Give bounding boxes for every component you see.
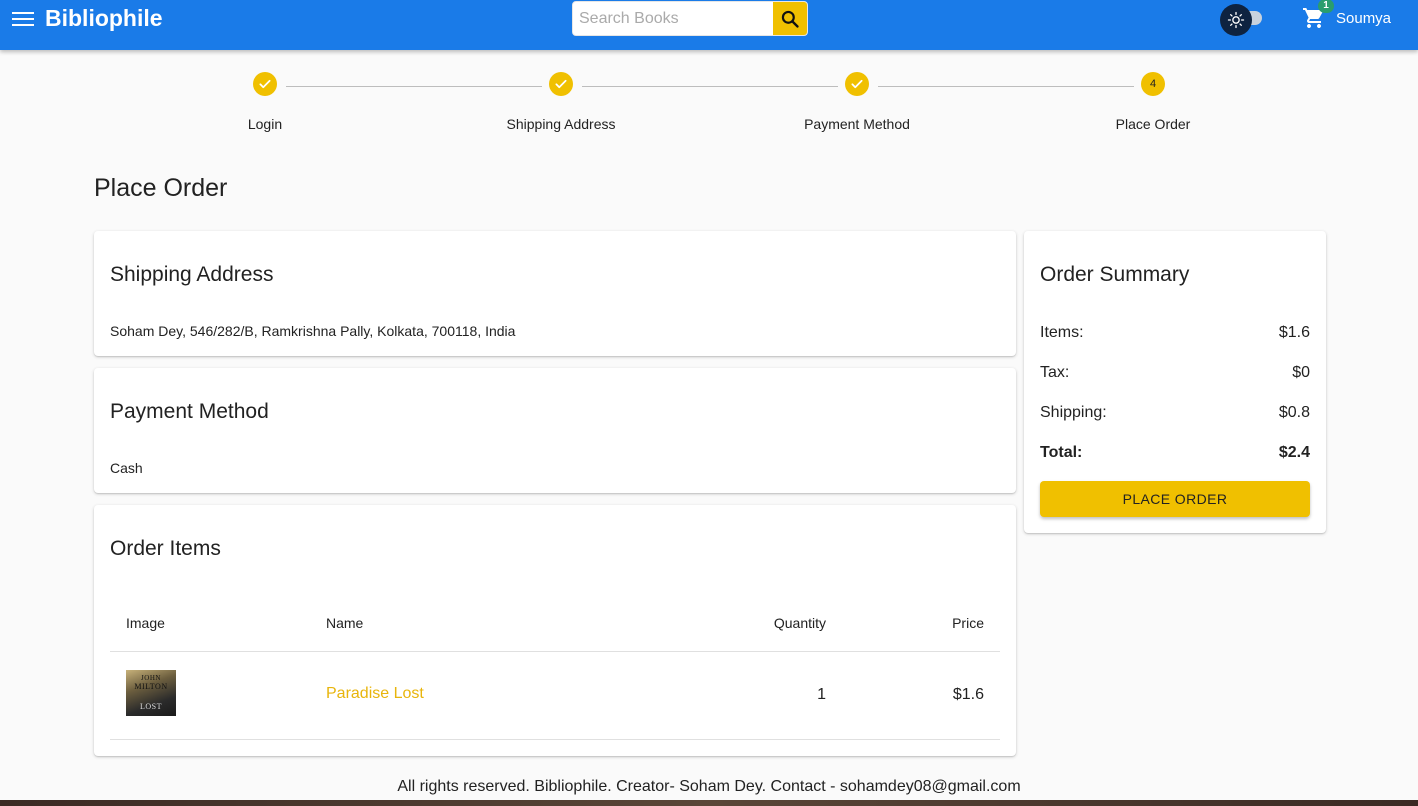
brand-logo[interactable]: Bibliophile bbox=[45, 5, 163, 32]
column-header-name: Name bbox=[326, 615, 364, 631]
summary-label: Shipping: bbox=[1040, 404, 1107, 421]
summary-value: $2.4 bbox=[1278, 444, 1310, 461]
search-icon bbox=[781, 10, 799, 28]
item-quantity: 1 bbox=[817, 686, 826, 703]
summary-shipping-row: Shipping: $0.8 bbox=[1040, 404, 1310, 422]
step-number: 4 bbox=[1141, 72, 1165, 96]
step-payment-method: Payment Method bbox=[757, 72, 957, 132]
step-label: Place Order bbox=[1115, 116, 1191, 132]
item-price: $1.6 bbox=[952, 686, 984, 703]
cart-count-badge: 1 bbox=[1318, 0, 1334, 13]
menu-icon[interactable] bbox=[12, 9, 34, 27]
background-strip bbox=[0, 800, 1418, 806]
check-icon bbox=[845, 72, 869, 96]
page-title: Place Order bbox=[94, 174, 228, 202]
search-button[interactable] bbox=[773, 2, 807, 35]
step-place-order: 4 Place Order bbox=[1053, 72, 1253, 132]
checkout-stepper: Login Shipping Address Payment Method 4 … bbox=[0, 72, 1418, 142]
summary-value: $0 bbox=[1292, 364, 1310, 381]
search-bar bbox=[572, 1, 808, 36]
table-divider bbox=[110, 739, 1000, 740]
summary-total-row: Total: $2.4 bbox=[1040, 444, 1310, 462]
order-items-card: Order Items Image Name Quantity Price JO… bbox=[94, 505, 1016, 756]
payment-method-text: Cash bbox=[110, 460, 143, 476]
table-divider bbox=[110, 651, 1000, 652]
summary-value: $0.8 bbox=[1278, 404, 1310, 421]
app-bar: Bibliophile 1 bbox=[0, 0, 1418, 50]
check-icon bbox=[549, 72, 573, 96]
step-login: Login bbox=[165, 72, 365, 132]
step-shipping-address: Shipping Address bbox=[461, 72, 661, 132]
step-label: Payment Method bbox=[804, 116, 910, 132]
summary-label: Items: bbox=[1040, 324, 1084, 341]
shipping-address-text: Soham Dey, 546/282/B, Ramkrishna Pally, … bbox=[110, 323, 516, 339]
card-title: Order Items bbox=[110, 537, 221, 560]
book-name-link[interactable]: Paradise Lost bbox=[326, 685, 424, 702]
payment-method-card: Payment Method Cash bbox=[94, 368, 1016, 493]
book-cover-image[interactable]: JOHN MILTON LOST bbox=[126, 670, 176, 716]
user-menu[interactable]: Soumya bbox=[1336, 10, 1391, 27]
place-order-button[interactable]: PLACE ORDER bbox=[1040, 481, 1310, 517]
card-title: Shipping Address bbox=[110, 263, 274, 286]
summary-value: $1.6 bbox=[1278, 324, 1310, 341]
column-header-price: Price bbox=[952, 615, 984, 631]
dark-mode-toggle[interactable] bbox=[1220, 4, 1264, 36]
card-title: Order Summary bbox=[1040, 263, 1190, 286]
summary-label: Total: bbox=[1040, 444, 1083, 461]
search-input[interactable] bbox=[573, 2, 773, 35]
check-icon bbox=[253, 72, 277, 96]
column-header-image: Image bbox=[126, 615, 165, 631]
order-summary-card: Order Summary Items: $1.6 Tax: $0 Shippi… bbox=[1024, 231, 1326, 533]
column-header-quantity: Quantity bbox=[773, 615, 826, 631]
step-label: Login bbox=[247, 116, 283, 132]
cart-button[interactable]: 1 bbox=[1302, 0, 1334, 30]
card-title: Payment Method bbox=[110, 400, 269, 423]
sun-icon bbox=[1220, 4, 1252, 36]
shipping-address-card: Shipping Address Soham Dey, 546/282/B, R… bbox=[94, 231, 1016, 356]
step-label: Shipping Address bbox=[506, 116, 616, 132]
footer-text: All rights reserved. Bibliophile. Creato… bbox=[397, 778, 1021, 795]
summary-tax-row: Tax: $0 bbox=[1040, 364, 1310, 382]
summary-label: Tax: bbox=[1040, 364, 1070, 381]
summary-items-row: Items: $1.6 bbox=[1040, 324, 1310, 342]
